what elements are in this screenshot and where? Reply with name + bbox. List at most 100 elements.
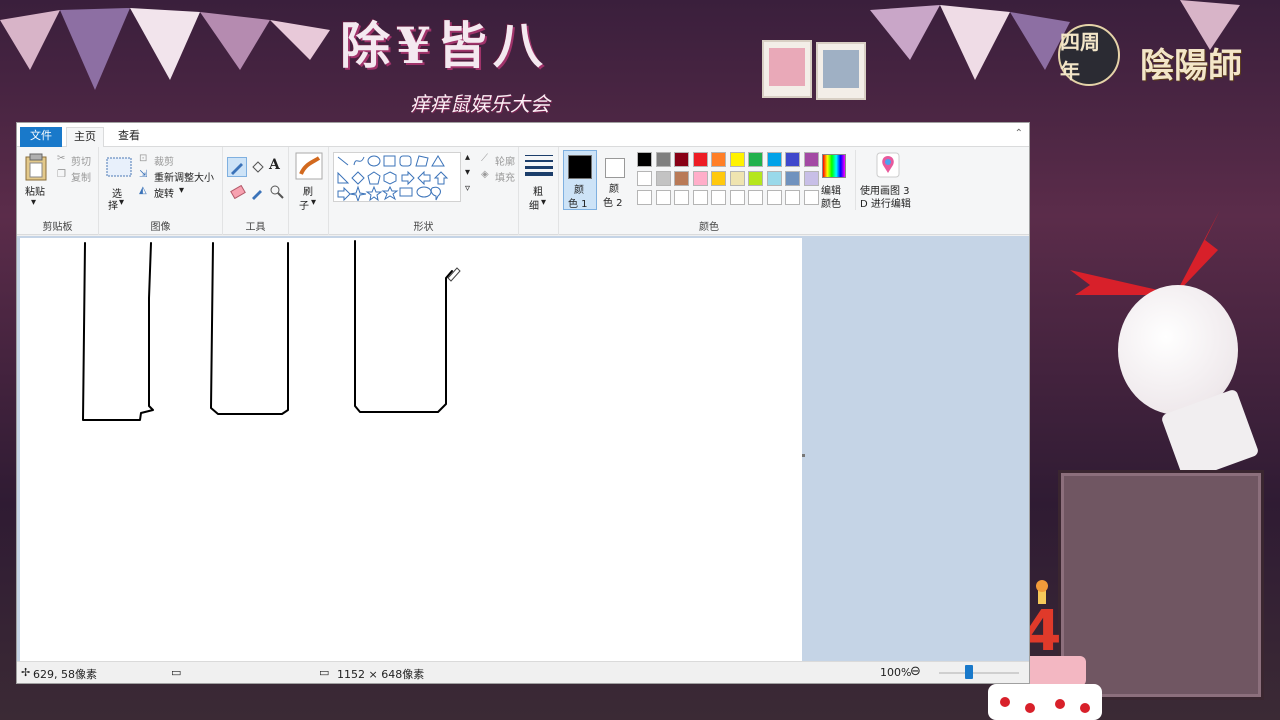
fill-button[interactable]: 填充 xyxy=(495,169,515,184)
tab-view[interactable]: 查看 xyxy=(109,127,149,147)
shapes-more-icon[interactable]: ▿ xyxy=(465,183,470,194)
color-swatch[interactable] xyxy=(748,171,763,186)
custom-color-slot[interactable] xyxy=(692,190,708,205)
outline-icon: ⟋ xyxy=(481,153,488,164)
photo-card-right xyxy=(816,42,866,100)
group-image: 选 择 ▾ ⊡ 裁剪 ⇲ 重新调整大小 ◭ 旋转 ▾ 图像 xyxy=(99,147,223,235)
color-swatch[interactable] xyxy=(729,152,745,167)
color2-label-line1: 颜 xyxy=(609,184,619,195)
custom-color-slot[interactable] xyxy=(637,190,652,205)
resize-button[interactable]: 重新调整大小 xyxy=(154,169,214,184)
size-dropdown-icon[interactable]: ▾ xyxy=(541,197,546,208)
rotate-button[interactable]: 旋转 xyxy=(154,185,174,200)
brush-dropdown-icon[interactable]: ▾ xyxy=(311,197,316,208)
select-icon[interactable] xyxy=(106,157,132,179)
paste-dropdown-icon[interactable]: ▾ xyxy=(31,197,36,208)
group-label-colors: 颜色 xyxy=(699,222,719,233)
custom-color-slot[interactable] xyxy=(655,190,671,205)
image-size-icon: ▭ xyxy=(319,666,330,679)
anniversary-badge: 四周年 xyxy=(1058,24,1120,86)
pencil-icon xyxy=(231,163,243,175)
color2-swatch xyxy=(605,158,625,178)
color2-button[interactable]: 颜 色 2 xyxy=(599,150,633,210)
color-swatch[interactable] xyxy=(674,171,689,186)
paint3d-icon xyxy=(876,152,900,178)
selection-size-icon: ▭ xyxy=(171,666,182,679)
color-swatch[interactable] xyxy=(766,152,782,167)
custom-color-slot[interactable] xyxy=(766,190,782,205)
image-size: 1152 × 648像素 xyxy=(337,668,425,681)
color-swatch[interactable] xyxy=(692,171,708,186)
edit-colors-button[interactable]: 编辑 颜色 xyxy=(817,150,851,210)
shapes-gallery-icons xyxy=(337,155,449,203)
color-swatch[interactable] xyxy=(655,152,671,167)
game-logo: 陰陽師 xyxy=(1140,46,1242,86)
color-swatch[interactable] xyxy=(729,171,745,186)
paint3d-button[interactable]: 使用画图 3 D 进行编辑 xyxy=(855,150,917,210)
custom-color-slot[interactable] xyxy=(711,190,726,205)
shapes-scroll-up-icon[interactable]: ▴ xyxy=(465,152,470,163)
custom-color-slot[interactable] xyxy=(729,190,745,205)
color-picker-icon[interactable] xyxy=(250,184,266,200)
copy-button[interactable]: 复制 xyxy=(71,169,91,184)
shapes-scroll-down-icon[interactable]: ▾ xyxy=(465,167,470,178)
brush-icon[interactable] xyxy=(295,152,323,180)
color-swatch[interactable] xyxy=(711,171,726,186)
magnifier-icon[interactable] xyxy=(269,184,285,200)
cut-button[interactable]: 剪切 xyxy=(71,153,91,168)
fill-bucket-icon[interactable] xyxy=(250,159,266,175)
select-dropdown-icon[interactable]: ▾ xyxy=(119,197,124,208)
paint-window: 文件 主页 查看 ⌃ 粘贴 ▾ ✂ 剪切 ❐ 复制 剪贴板 选 择 ▾ ⊡ 裁剪… xyxy=(16,122,1030,684)
color-swatch[interactable] xyxy=(637,171,652,186)
color-swatch[interactable] xyxy=(711,152,726,167)
size-label-line2[interactable]: 细 xyxy=(529,197,539,212)
fill-icon: ◈ xyxy=(481,169,489,180)
custom-color-slot[interactable] xyxy=(785,190,800,205)
color-swatch[interactable] xyxy=(692,152,708,167)
zoom-level: 100% xyxy=(880,666,912,679)
zoom-slider-thumb[interactable] xyxy=(965,665,973,679)
size-label-line1[interactable]: 粗 xyxy=(533,183,543,198)
outline-button[interactable]: 轮廓 xyxy=(495,153,515,168)
custom-color-slot[interactable] xyxy=(748,190,763,205)
size-icon[interactable] xyxy=(524,153,554,177)
shapes-gallery[interactable] xyxy=(333,152,461,203)
ribbon-collapse-icon[interactable]: ⌃ xyxy=(1015,128,1023,139)
photo-card-left xyxy=(762,40,812,98)
brush-label-line1[interactable]: 刷 xyxy=(303,183,313,198)
color-swatch[interactable] xyxy=(766,171,782,186)
edit-colors-label-line2: 颜色 xyxy=(821,199,841,210)
color-swatch[interactable] xyxy=(674,152,689,167)
color-swatch[interactable] xyxy=(748,152,763,167)
rotate-dropdown-icon[interactable]: ▾ xyxy=(179,185,184,196)
select-label-line2[interactable]: 择 xyxy=(108,197,118,212)
paste-icon[interactable] xyxy=(24,153,48,181)
cursor-position-icon: ✢ xyxy=(21,666,31,679)
color-swatch[interactable] xyxy=(655,171,671,186)
color-swatch[interactable] xyxy=(785,171,800,186)
red-ribbon xyxy=(1070,210,1220,295)
brush-label-line2[interactable]: 子 xyxy=(299,197,309,212)
group-shapes: ▴ ▾ ▿ ⟋ 轮廓 ◈ 填充 形状 xyxy=(329,147,519,235)
canvas-area xyxy=(17,236,1029,661)
canvas-resize-handle[interactable] xyxy=(802,454,805,457)
custom-color-slot[interactable] xyxy=(674,190,689,205)
eraser-icon[interactable] xyxy=(230,185,246,199)
text-tool-icon[interactable]: A xyxy=(269,157,280,173)
rotate-icon: ◭ xyxy=(139,185,147,196)
crop-button[interactable]: 裁剪 xyxy=(154,153,174,168)
color-swatch[interactable] xyxy=(637,152,652,167)
tab-home[interactable]: 主页 xyxy=(66,127,104,147)
zoom-slider-track[interactable] xyxy=(939,672,1019,674)
tab-file[interactable]: 文件 xyxy=(20,127,62,147)
pencil-tool[interactable] xyxy=(227,157,247,177)
paste-label[interactable]: 粘贴 xyxy=(25,183,45,198)
color-swatch[interactable] xyxy=(785,152,800,167)
color1-label-line2: 色 1 xyxy=(568,199,588,210)
color1-button[interactable]: 颜 色 1 xyxy=(563,150,597,210)
zoom-out-button[interactable]: ⊖ xyxy=(910,664,921,679)
group-label-shapes: 形状 xyxy=(413,222,434,233)
drawing-canvas[interactable] xyxy=(20,238,802,661)
crop-icon: ⊡ xyxy=(139,153,148,164)
color1-label-line1: 颜 xyxy=(574,185,584,196)
